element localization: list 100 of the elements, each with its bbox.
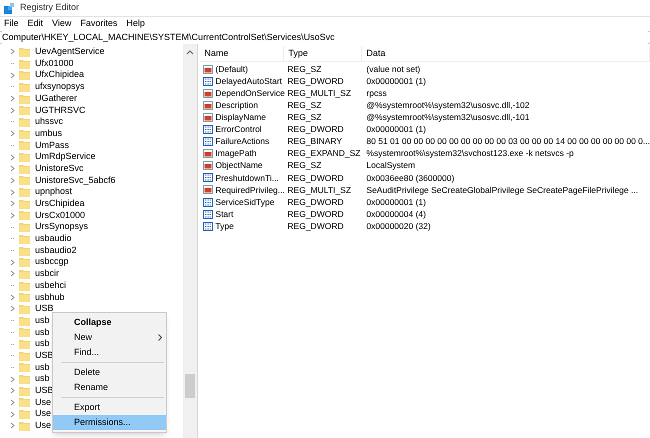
folder-icon	[19, 409, 30, 420]
menu-item[interactable]: Collapse	[53, 315, 166, 330]
expand-chevron-icon[interactable]	[10, 200, 15, 208]
value-data: @%systemroot%\system32\usosvc.dll,-102	[365, 98, 530, 112]
value-name[interactable]: Description	[215, 98, 258, 112]
tree-item[interactable]: uhssvc	[35, 115, 64, 129]
value-name[interactable]: DependOnService	[215, 86, 285, 100]
menu-item[interactable]: Find...	[53, 345, 166, 360]
expand-chevron-icon[interactable]	[10, 212, 15, 219]
tree-item[interactable]: umbus	[35, 126, 62, 140]
tree-item[interactable]: UfxChipidea	[35, 68, 84, 82]
value-data: rpcss	[365, 86, 387, 100]
expand-chevron-icon[interactable]	[10, 305, 15, 312]
expand-chevron-icon[interactable]	[10, 387, 15, 394]
value-type: REG_SZ	[286, 98, 322, 112]
value-name[interactable]: ObjectName	[215, 159, 263, 172]
value-name[interactable]: Start	[215, 208, 234, 221]
value-data: 0x00000004 (4)	[365, 208, 426, 221]
tree-item[interactable]: Use	[35, 396, 52, 410]
expand-chevron-icon[interactable]	[10, 410, 15, 418]
value-name[interactable]: ServiceSidType	[215, 196, 274, 208]
tree-item[interactable]: UrsChipidea	[35, 197, 85, 211]
expand-chevron-icon[interactable]	[10, 294, 15, 301]
menu-item[interactable]: Delete	[53, 365, 166, 380]
tree-item[interactable]: UmRdpService	[35, 150, 96, 164]
tree-item[interactable]: ufxsynopsys	[35, 80, 85, 94]
scrollbar[interactable]	[183, 44, 198, 438]
value-data: 0x00000001 (1)	[365, 123, 426, 136]
value-name[interactable]: (Default)	[215, 62, 248, 76]
tree-item[interactable]: UrsCx01000	[35, 208, 86, 222]
tree-item[interactable]: usbaudio	[35, 232, 72, 246]
menu-item[interactable]: Export	[53, 400, 166, 415]
value-name[interactable]: Type	[215, 220, 234, 233]
tree-item[interactable]: UmPass	[35, 138, 70, 152]
tree-item[interactable]: usb	[35, 337, 50, 351]
tree-item[interactable]: usbccgp	[35, 255, 69, 269]
expand-chevron-icon[interactable]	[10, 270, 15, 278]
binary-value-icon	[203, 173, 214, 182]
expand-chevron-icon[interactable]	[10, 95, 15, 102]
value-type: REG_EXPAND_SZ	[286, 147, 362, 160]
value-name[interactable]: FailureActions	[215, 135, 270, 148]
expand-chevron-icon[interactable]	[10, 176, 15, 184]
expand-chevron-icon[interactable]	[10, 258, 15, 266]
tree-item[interactable]: usb	[35, 326, 50, 340]
expand-chevron-icon[interactable]	[10, 106, 15, 114]
scroll-up-icon[interactable]	[186, 50, 194, 55]
tree-item[interactable]: usbhub	[35, 290, 65, 304]
folder-icon	[19, 316, 30, 326]
tree-item[interactable]: UnistoreSvc_5abcf6	[35, 174, 116, 188]
expand-chevron-icon[interactable]	[10, 398, 15, 406]
value-name[interactable]: DisplayName	[215, 111, 266, 124]
tree-item[interactable]: usbaudio2	[35, 244, 77, 258]
value-name[interactable]: ErrorControl	[215, 123, 262, 136]
tree-item[interactable]: UevAgentService	[35, 45, 105, 59]
tree-item[interactable]: usbcir	[35, 267, 60, 281]
tree-item[interactable]: USB	[35, 302, 54, 316]
tree-item[interactable]: usb	[35, 372, 50, 386]
tree-item[interactable]: upnphost	[35, 185, 72, 199]
tree-item[interactable]: UGTHRSVC	[35, 104, 86, 118]
expand-chevron-icon[interactable]	[10, 48, 15, 56]
menu-item[interactable]: Permissions...	[53, 415, 166, 430]
expand-chevron-icon[interactable]	[10, 154, 15, 161]
scrollbar-thumb[interactable]	[185, 374, 196, 398]
menu-item[interactable]: Edit	[28, 17, 44, 31]
menu-item[interactable]: Favorites	[80, 17, 118, 31]
folder-icon	[19, 210, 30, 220]
value-name[interactable]: ImagePath	[215, 147, 257, 160]
menu-item[interactable]: New	[53, 330, 166, 345]
expand-chevron-icon[interactable]	[10, 188, 15, 196]
column-header[interactable]: Data	[362, 46, 650, 61]
value-name[interactable]: DelayedAutoStart	[215, 74, 282, 88]
menu-item[interactable]: View	[52, 17, 72, 31]
expand-chevron-icon[interactable]	[10, 422, 15, 430]
folder-icon	[19, 175, 30, 186]
expand-chevron-icon[interactable]	[10, 130, 15, 138]
tree-item[interactable]: usb	[35, 360, 50, 374]
value-type: REG_DWORD	[286, 208, 345, 221]
tree-item[interactable]: usb	[35, 314, 50, 328]
column-header[interactable]: Type	[284, 46, 362, 61]
tree-item[interactable]: Ufx01000	[35, 56, 74, 70]
tree-item[interactable]: UGatherer	[35, 92, 78, 106]
tree-item[interactable]: usbehci	[35, 278, 66, 292]
menu-item[interactable]: File	[4, 17, 19, 31]
value-type: REG_DWORD	[286, 196, 345, 208]
expand-chevron-icon[interactable]	[10, 165, 15, 172]
string-value-icon	[203, 88, 214, 98]
value-data: SeAuditPrivilege SeCreateGlobalPrivilege SeCreatePageFilePrivilege ...	[365, 184, 638, 196]
menu-item[interactable]: Help	[126, 17, 145, 31]
tree-item[interactable]: Use	[35, 419, 52, 433]
address-field[interactable]: Computer\HKEY_LOCAL_MACHINE\SYSTEM\CurrentControlSet\Services\UsoSvc	[2, 30, 648, 44]
tree-item[interactable]: Use	[35, 407, 52, 421]
value-name[interactable]: RequiredPrivileg...	[215, 184, 285, 196]
string-value-icon	[203, 112, 214, 122]
column-header[interactable]: Name	[200, 46, 284, 61]
expand-chevron-icon[interactable]	[10, 72, 15, 79]
expand-chevron-icon[interactable]	[10, 376, 15, 383]
tree-item[interactable]: UrsSynopsys	[35, 220, 88, 234]
menu-item[interactable]: Rename	[53, 380, 166, 395]
value-name[interactable]: PreshutdownTi...	[215, 172, 279, 184]
tree-item[interactable]: UnistoreSvc	[35, 162, 84, 176]
